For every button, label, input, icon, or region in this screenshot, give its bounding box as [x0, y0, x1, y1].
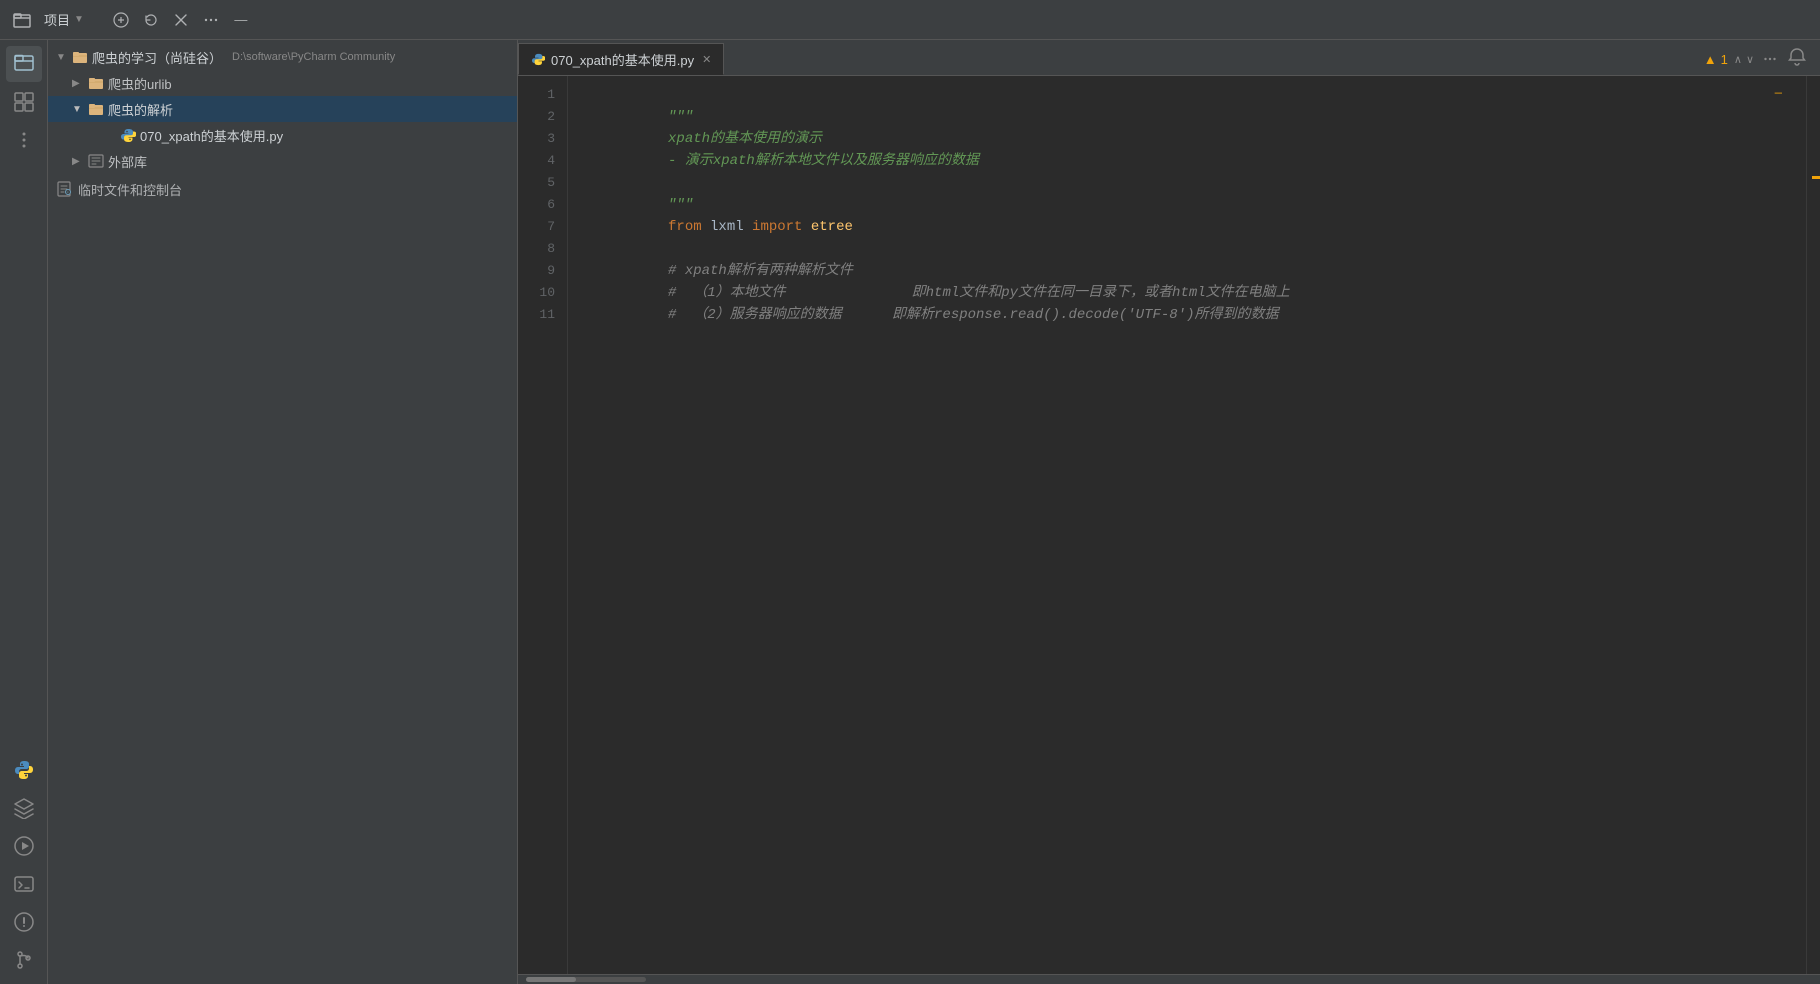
sidebar-item-python[interactable] [6, 752, 42, 788]
file-tree-scroll: ▼ 爬虫的学习（尚硅谷） D:\software\PyCharm Communi… [48, 40, 517, 984]
sidebar-item-run[interactable] [6, 828, 42, 864]
root-chevron: ▼ [56, 52, 68, 63]
line-num-11: 11 [518, 304, 567, 326]
refresh-btn[interactable] [138, 7, 164, 33]
warning-count: 1 [1721, 52, 1728, 67]
titlebar-actions: — [108, 7, 254, 33]
warning-icon: ▲ [1704, 52, 1717, 67]
line-num-4: 4 [518, 150, 567, 172]
line-num-6: 6 [518, 194, 567, 216]
titlebar: 项目 ▼ [0, 0, 1820, 40]
tab-bar: 070_xpath的基本使用.py ✕ ▲ 1 ∧ ∨ [518, 40, 1820, 76]
project-label: 项目 [44, 10, 70, 29]
scratch-label: 临时文件和控制台 [78, 180, 182, 199]
line-num-2: 2 [518, 106, 567, 128]
external-lib-icon [88, 153, 104, 169]
warning-down-arrow[interactable]: ∨ [1746, 53, 1754, 66]
titlebar-left: 项目 ▼ [8, 6, 254, 34]
chevron-down-icon: ▼ [74, 14, 84, 25]
line-num-3: 3 [518, 128, 567, 150]
jiexi-folder-label: 爬虫的解析 [108, 100, 173, 119]
warning-up-arrow[interactable]: ∧ [1734, 53, 1742, 66]
jiexi-chevron: ▼ [72, 104, 84, 115]
svg-text:≡: ≡ [67, 191, 69, 195]
tab-label: 070_xpath的基本使用.py [551, 50, 694, 69]
scratch-icon: ≡ [56, 181, 72, 197]
root-folder-path: D:\software\PyCharm Community [232, 51, 395, 63]
more-tab-options[interactable] [1762, 51, 1778, 67]
line-num-5: 5 [518, 172, 567, 194]
root-folder-label: 爬虫的学习（尚硅谷） [92, 48, 222, 67]
code-content[interactable]: """ xpath的基本使用的演示 - 演示xpath解析本地文件以及服务器响应… [568, 76, 1806, 974]
project-icon[interactable] [8, 6, 36, 34]
urlib-folder-label: 爬虫的urlib [108, 74, 172, 93]
warning-indicator[interactable]: ▲ 1 ∧ ∨ [1704, 52, 1754, 67]
file-tree-panel: ▼ 爬虫的学习（尚硅谷） D:\software\PyCharm Communi… [48, 40, 518, 984]
sidebar-item-more[interactable] [6, 122, 42, 158]
editor-hscrollbar[interactable] [518, 974, 1820, 984]
line-num-7: 7 [518, 216, 567, 238]
code-line-5: """ [584, 172, 1806, 194]
python-file-icon [120, 127, 136, 143]
python-file-label: 070_xpath的基本使用.py [140, 126, 283, 145]
minimize-btn[interactable]: — [228, 7, 254, 33]
sidebar-item-bookmarks[interactable] [6, 84, 42, 120]
code-line-8: # xpath解析有两种解析文件 [584, 238, 1806, 260]
close-tree-btn[interactable] [168, 7, 194, 33]
tree-root[interactable]: ▼ 爬虫的学习（尚硅谷） D:\software\PyCharm Communi… [48, 44, 517, 70]
editor-tab[interactable]: 070_xpath的基本使用.py ✕ [518, 43, 724, 75]
code-line-1: """ [584, 84, 1806, 106]
urlib-chevron: ▶ [72, 78, 84, 89]
jiexi-folder-icon [88, 101, 104, 117]
scratch-files[interactable]: ≡ 临时文件和控制台 [48, 174, 517, 204]
urlib-folder-icon [88, 75, 104, 91]
editor-area: 070_xpath的基本使用.py ✕ ▲ 1 ∧ ∨ [518, 40, 1820, 984]
gutter-warning: — [1775, 86, 1782, 100]
external-chevron: ▶ [72, 156, 84, 167]
line-num-10: 10 [518, 282, 567, 304]
icon-sidebar [0, 40, 48, 984]
scrollbar-warning-mark [1812, 176, 1820, 179]
external-label: 外部库 [108, 152, 147, 171]
line-numbers: 1 2 3 4 5 6 7 8 9 10 11 [518, 76, 568, 974]
tab-python-icon [531, 52, 545, 66]
add-btn[interactable] [108, 7, 134, 33]
line-num-8: 8 [518, 238, 567, 260]
tab-right-actions: ▲ 1 ∧ ∨ [1704, 43, 1820, 75]
sidebar-item-layers[interactable] [6, 790, 42, 826]
code-line-6: from lxml import etree [584, 194, 1806, 216]
bell-icon[interactable] [1786, 46, 1808, 73]
tab-close-btn[interactable]: ✕ [702, 53, 711, 66]
tree-item-python-file[interactable]: ▶ 070_xpath的基本使用.py [48, 122, 517, 148]
sidebar-item-problems[interactable] [6, 904, 42, 940]
sidebar-item-terminal[interactable] [6, 866, 42, 902]
tree-item-jiexi[interactable]: ▼ 爬虫的解析 [48, 96, 517, 122]
editor-scrollbar[interactable] [1806, 76, 1820, 974]
line-num-9: 9 [518, 260, 567, 282]
tree-item-external[interactable]: ▶ 外部库 [48, 148, 517, 174]
project-title[interactable]: 项目 ▼ [44, 10, 84, 29]
sidebar-item-git[interactable] [6, 942, 42, 978]
code-line-2: xpath的基本使用的演示 [584, 106, 1806, 128]
hscroll-thumb[interactable] [526, 977, 576, 982]
hscroll-track[interactable] [526, 977, 646, 982]
root-folder-icon [72, 49, 88, 65]
tree-item-urlib[interactable]: ▶ 爬虫的urlib [48, 70, 517, 96]
line-num-1: 1 [518, 84, 567, 106]
sidebar-item-project[interactable] [6, 46, 42, 82]
file-spacer: ▶ [104, 130, 116, 141]
more-btn[interactable] [198, 7, 224, 33]
code-editor[interactable]: 1 2 3 4 5 6 7 8 9 10 11 """ xpath的基本使用的演 [518, 76, 1820, 974]
main-layout: ▼ 爬虫的学习（尚硅谷） D:\software\PyCharm Communi… [0, 40, 1820, 984]
